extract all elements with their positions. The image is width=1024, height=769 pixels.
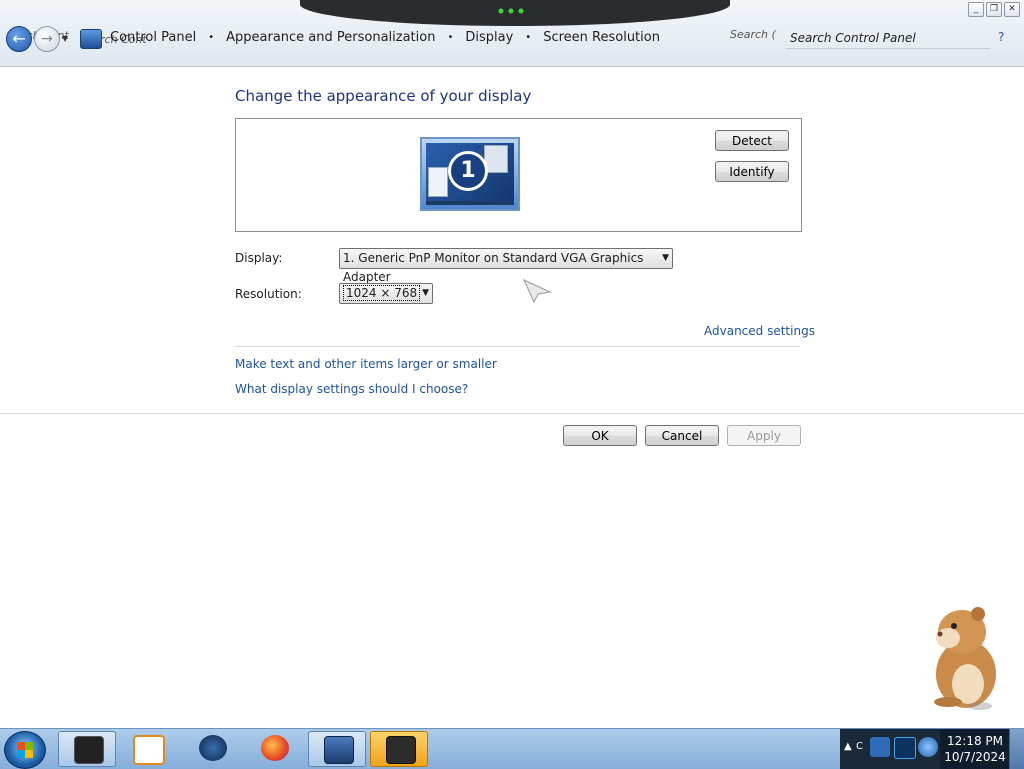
taskbar-app-globe[interactable] bbox=[184, 731, 242, 767]
back-button[interactable]: ← bbox=[6, 26, 32, 52]
chevron-down-icon: ▼ bbox=[662, 253, 669, 263]
identify-button[interactable]: Identify bbox=[715, 161, 789, 182]
crumb-appearance[interactable]: Appearance and Personalization bbox=[220, 30, 441, 45]
help-icon[interactable]: ? bbox=[998, 30, 1004, 44]
minimize-button[interactable]: _ bbox=[968, 2, 984, 17]
ok-button[interactable]: OK bbox=[563, 425, 637, 446]
windows-logo-icon bbox=[17, 742, 33, 758]
system-tray: ▲ C bbox=[840, 729, 940, 769]
tray-expand-icon[interactable]: ▲ bbox=[844, 741, 852, 752]
resolution-select[interactable]: 1024 × 768 ▼ bbox=[339, 283, 433, 304]
control-panel-icon bbox=[80, 29, 102, 49]
firefox-icon bbox=[261, 735, 289, 761]
forward-button[interactable]: → bbox=[34, 26, 60, 52]
history-dropdown-icon[interactable]: ▼ bbox=[62, 34, 68, 43]
close-button[interactable]: ✕ bbox=[1004, 2, 1020, 17]
search-input[interactable]: Search Control Panel bbox=[786, 28, 990, 49]
clock-time: 12:18 PM bbox=[947, 734, 1003, 748]
display-preview-panel: 1 Detect Identify bbox=[235, 118, 802, 232]
volume-icon[interactable] bbox=[918, 737, 938, 757]
taskbar-app-media[interactable] bbox=[118, 731, 176, 767]
cancel-button[interactable]: Cancel bbox=[645, 425, 719, 446]
mouse-cursor-icon bbox=[522, 278, 552, 304]
detect-button[interactable]: Detect bbox=[715, 130, 789, 151]
hamster-mascot-icon bbox=[934, 607, 996, 710]
forward-arrow-icon: → bbox=[41, 31, 53, 47]
taskbar-app-firefox[interactable] bbox=[246, 731, 304, 767]
window-controls: _ ❐ ✕ bbox=[968, 2, 1020, 17]
network-icon[interactable] bbox=[870, 737, 890, 757]
monitor-number: 1 bbox=[448, 151, 488, 191]
start-button[interactable] bbox=[4, 731, 46, 769]
taskbar-app-terminal[interactable] bbox=[58, 731, 116, 767]
taskbar-app-display[interactable] bbox=[308, 731, 366, 767]
text-size-link[interactable]: Make text and other items larger or smal… bbox=[235, 357, 497, 371]
divider bbox=[0, 413, 1024, 414]
crumb-screen-resolution[interactable]: Screen Resolution bbox=[537, 30, 666, 45]
maximize-button[interactable]: ❐ bbox=[986, 2, 1002, 17]
taskbar: ▲ C 12:18 PM 10/7/2024 bbox=[0, 728, 1024, 769]
ghost-search-text-3: Search ( bbox=[730, 28, 776, 41]
display-select[interactable]: 1. Generic PnP Monitor on Standard VGA G… bbox=[339, 248, 673, 284]
back-arrow-icon: ← bbox=[12, 29, 26, 48]
monitor-icon[interactable]: 1 bbox=[420, 137, 520, 211]
breadcrumb: Control Panel • Appearance and Personali… bbox=[104, 30, 666, 45]
crumb-separator[interactable]: • bbox=[441, 32, 459, 43]
crumb-control-panel[interactable]: Control Panel bbox=[104, 30, 202, 45]
apply-button[interactable]: Apply bbox=[727, 425, 801, 446]
show-desktop-button[interactable] bbox=[1009, 729, 1024, 769]
terminal-icon bbox=[74, 736, 104, 764]
page-title: Change the appearance of your display bbox=[235, 87, 532, 105]
tray-label: C bbox=[856, 741, 863, 752]
advanced-settings-link[interactable]: Advanced settings bbox=[704, 324, 815, 338]
top-notch-decoration bbox=[300, 0, 730, 26]
display-settings-help-link[interactable]: What display settings should I choose? bbox=[235, 382, 468, 396]
media-player-icon bbox=[133, 735, 165, 765]
crumb-display[interactable]: Display bbox=[459, 30, 519, 45]
globe-icon bbox=[199, 735, 227, 761]
divider bbox=[235, 346, 800, 347]
chevron-down-icon: ▼ bbox=[422, 288, 429, 298]
display-label: Display: bbox=[235, 251, 283, 265]
clock-date: 10/7/2024 bbox=[944, 750, 1006, 764]
display-settings-icon bbox=[324, 736, 354, 764]
resolution-label: Resolution: bbox=[235, 287, 302, 301]
address-bar: _ ❐ ✕ rch Cont ← → ▼ rch Cont Control Pa… bbox=[0, 0, 1024, 67]
keyboard-icon bbox=[386, 736, 416, 764]
clock[interactable]: 12:18 PM 10/7/2024 bbox=[940, 729, 1010, 769]
resolution-select-value: 1024 × 768 bbox=[343, 285, 421, 301]
display-select-value: 1. Generic PnP Monitor on Standard VGA G… bbox=[343, 251, 644, 284]
crumb-separator[interactable]: • bbox=[202, 32, 220, 43]
taskbar-app-keyboard[interactable] bbox=[370, 731, 428, 767]
monitor-tray-icon[interactable] bbox=[894, 737, 916, 759]
crumb-separator[interactable]: • bbox=[519, 32, 537, 43]
